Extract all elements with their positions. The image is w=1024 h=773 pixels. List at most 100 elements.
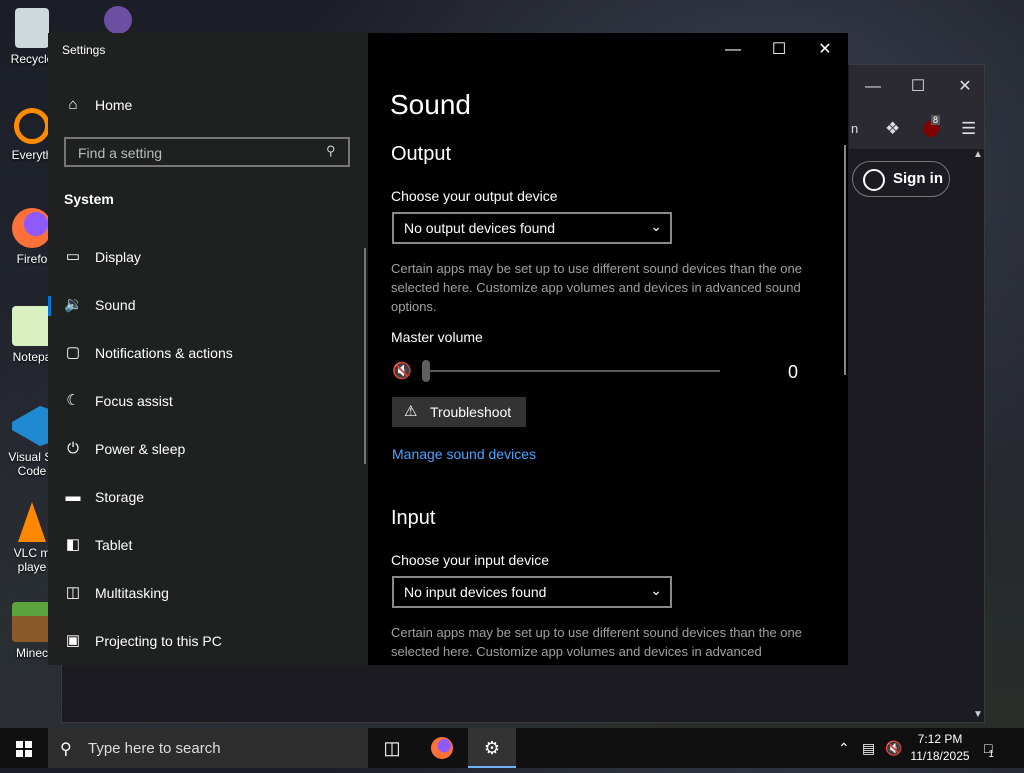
nav-item-display[interactable]: ▭ Display [48, 238, 368, 278]
volume-tray-button[interactable]: 🔇 [885, 728, 902, 768]
volume-muted-icon: 🔇 [885, 740, 903, 756]
nav-item-label: Notifications & actions [95, 345, 233, 361]
menu-hamburger-icon[interactable]: ☰ [961, 119, 976, 139]
browser-close-button[interactable]: ✕ [953, 75, 977, 99]
settings-nav-pane: Settings ⌂ Home ⚲ System ▭ Display 🔉 Sou… [48, 33, 368, 665]
search-icon[interactable]: ⚲ [326, 143, 342, 159]
scroll-down-icon[interactable]: ▼ [973, 709, 983, 720]
start-button[interactable] [0, 728, 48, 768]
browser-toolbar: n ❖ 8 ☰ [849, 111, 984, 149]
input-heading: Input [391, 507, 436, 529]
clock-date: 11/18/2025 [910, 749, 970, 763]
nav-item-notifications[interactable]: ▢ Notifications & actions [48, 334, 368, 374]
taskbar-firefox-button[interactable] [418, 728, 466, 768]
nav-home-label: Home [95, 97, 133, 113]
everything-search-icon [14, 108, 50, 144]
nav-item-power-sleep[interactable]: ⏻ Power & sleep [48, 430, 368, 470]
browser-minimize-button[interactable]: — [861, 75, 885, 99]
nav-item-multitasking[interactable]: ◫ Multitasking [48, 574, 368, 614]
troubleshoot-label: Troubleshoot [430, 404, 512, 420]
taskbar-clock[interactable]: 7:12 PM 11/18/2025 [906, 731, 974, 765]
sound-settings-content: — ☐ ✕ Sound Output Choose your output de… [368, 33, 848, 665]
input-device-label: Choose your input device [391, 552, 549, 568]
output-description: Certain apps may be set up to use differ… [391, 261, 802, 314]
nav-home[interactable]: ⌂ Home [48, 86, 368, 126]
home-icon: ⌂ [68, 96, 78, 113]
browser-maximize-button[interactable]: ☐ [906, 75, 930, 99]
monitor-icon: ▭ [65, 248, 81, 265]
maximize-button[interactable]: ☐ [764, 41, 794, 59]
desktop-icon-mascot[interactable] [104, 6, 132, 34]
windows-logo-icon [16, 741, 32, 757]
storage-icon: ▬ [65, 488, 81, 505]
extensions-puzzle-icon[interactable]: ❖ [885, 119, 900, 139]
nav-item-label: Sound [95, 297, 136, 313]
scroll-up-icon[interactable]: ▲ [973, 149, 983, 160]
output-device-value: No output devices found [404, 220, 555, 236]
nav-item-label: Tablet [95, 537, 133, 553]
find-setting-input[interactable] [76, 143, 320, 163]
nav-item-projecting[interactable]: ▣ Projecting to this PC [48, 622, 368, 662]
close-button[interactable]: ✕ [810, 41, 840, 59]
nav-item-label: Focus assist [95, 393, 173, 409]
troubleshoot-button[interactable]: ⚠ Troubleshoot [392, 397, 526, 427]
network-icon: ▤ [862, 740, 876, 756]
output-device-dropdown[interactable]: No output devices found ⌄ [392, 212, 672, 244]
taskbar: ⚲ Type here to search ◫ ⚙ ⌃ ▤ 🔇 7:12 PM … [0, 728, 1024, 768]
vlc-cone-icon [18, 502, 46, 542]
warning-icon: ⚠ [404, 403, 418, 420]
nav-item-sound[interactable]: 🔉 Sound [48, 286, 368, 326]
browser-scrollbar[interactable]: ▲ ▼ [972, 149, 984, 722]
master-volume-label: Master volume [391, 329, 483, 345]
speaker-icon: 🔉 [64, 296, 83, 313]
nav-item-storage[interactable]: ▬ Storage [48, 478, 368, 518]
firefox-icon [431, 737, 453, 759]
clock-time: 7:12 PM [917, 732, 963, 746]
sign-in-button[interactable]: Sign in [852, 161, 950, 197]
find-setting-search-box[interactable]: ⚲ [64, 137, 350, 167]
manage-sound-devices-link[interactable]: Manage sound devices [392, 446, 536, 462]
chevron-up-icon: ⌃ [838, 740, 850, 756]
window-title: Settings [62, 43, 106, 57]
page-title: Sound [390, 89, 471, 120]
gear-icon: ⚙ [483, 738, 501, 758]
firefox-icon [12, 208, 52, 248]
nav-item-label: Multitasking [95, 585, 169, 601]
taskbar-settings-button[interactable]: ⚙ [468, 728, 516, 768]
chevron-down-icon: ⌄ [650, 582, 662, 598]
volume-thumb[interactable] [422, 360, 430, 382]
task-view-icon: ◫ [383, 738, 401, 758]
master-volume-slider[interactable]: 🔇 0 [392, 359, 812, 383]
vscode-icon [12, 406, 52, 446]
minecraft-icon [12, 602, 52, 642]
mute-speaker-icon[interactable]: 🔇 [392, 361, 412, 381]
volume-value: 0 [788, 362, 799, 382]
network-tray-button[interactable]: ▤ [862, 728, 875, 768]
nav-item-focus-assist[interactable]: ☾ Focus assist [48, 382, 368, 422]
search-icon: ⚲ [60, 741, 72, 758]
nav-section-title: System [64, 191, 114, 207]
task-view-button[interactable]: ◫ [368, 728, 416, 768]
input-device-value: No input devices found [404, 584, 547, 600]
nav-item-label: Power & sleep [95, 441, 186, 457]
recycle-bin-icon [15, 8, 49, 48]
taskbar-search-box[interactable]: ⚲ Type here to search [48, 728, 368, 768]
browser-url-fragment: n [851, 121, 859, 136]
notepad-plus-plus-icon [12, 306, 52, 346]
taskbar-search-placeholder: Type here to search [88, 740, 221, 757]
show-hidden-icons-button[interactable]: ⌃ [838, 728, 850, 768]
input-device-dropdown[interactable]: No input devices found ⌄ [392, 576, 672, 608]
minimize-button[interactable]: — [718, 41, 748, 59]
moon-icon: ☾ [66, 392, 80, 409]
nav-scrollbar[interactable] [364, 248, 366, 464]
volume-track[interactable] [424, 370, 720, 372]
action-center-button[interactable]: □ 1 [984, 728, 1002, 768]
nav-item-label: Storage [95, 489, 145, 505]
nav-item-label: Display [95, 249, 141, 265]
nav-item-tablet[interactable]: ◧ Tablet [48, 526, 368, 566]
browser-titlebar: — ☐ ✕ [849, 65, 984, 111]
extension-badge: 8 [931, 115, 941, 125]
notification-icon: ▢ [65, 344, 81, 361]
multitasking-icon: ◫ [65, 584, 81, 601]
content-scrollbar[interactable] [844, 145, 846, 375]
